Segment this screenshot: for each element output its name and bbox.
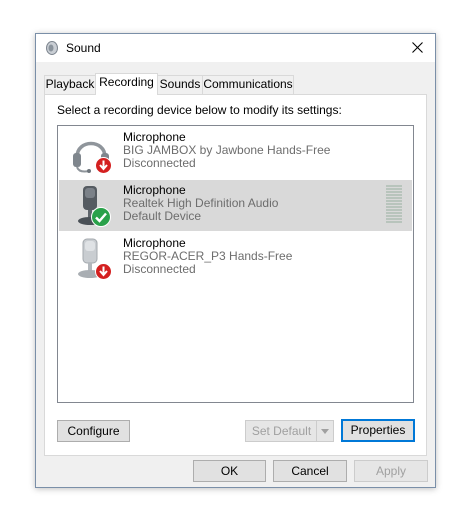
tab-playback[interactable]: Playback — [44, 75, 96, 94]
device-description: BIG JAMBOX by Jawbone Hands-Free — [123, 143, 331, 157]
tab-sounds[interactable]: Sounds — [157, 75, 203, 94]
set-default-label: Set Default — [251, 424, 312, 438]
level-meter — [386, 185, 402, 225]
ok-button[interactable]: OK — [193, 460, 266, 482]
device-description: Realtek High Definition Audio — [123, 196, 279, 210]
title-bar: Sound — [36, 34, 435, 62]
cancel-button[interactable]: Cancel — [273, 460, 347, 482]
window-title: Sound — [66, 41, 101, 55]
configure-button[interactable]: Configure — [57, 420, 130, 442]
disconnected-arrow-icon — [95, 263, 112, 280]
tab-communications[interactable]: Communications — [202, 75, 294, 94]
device-list[interactable]: Microphone BIG JAMBOX by Jawbone Hands-F… — [57, 125, 414, 403]
device-name: Microphone — [123, 130, 186, 144]
set-default-button: Set Default — [245, 420, 334, 442]
apply-button: Apply — [354, 460, 428, 482]
device-status: Default Device — [123, 209, 202, 223]
speaker-icon — [46, 41, 58, 55]
list-item-device[interactable]: Microphone BIG JAMBOX by Jawbone Hands-F… — [59, 127, 412, 178]
disconnected-arrow-icon — [95, 157, 112, 174]
list-item-device[interactable]: Microphone Realtek High Definition Audio… — [59, 180, 412, 231]
device-name: Microphone — [123, 183, 186, 197]
recording-panel: Select a recording device below to modif… — [44, 94, 427, 456]
properties-button[interactable]: Properties — [341, 419, 415, 442]
close-button[interactable] — [401, 34, 435, 62]
device-name: Microphone — [123, 236, 186, 250]
sound-dialog: Sound Playback Recording Sounds Communic… — [35, 33, 436, 488]
default-check-icon — [91, 207, 111, 227]
device-status: Disconnected — [123, 262, 196, 276]
list-item-device[interactable]: Microphone REGOR-ACER_P3 Hands-Free Disc… — [59, 233, 412, 284]
device-status: Disconnected — [123, 156, 196, 170]
close-icon — [412, 42, 423, 53]
chevron-down-icon — [321, 429, 329, 434]
instruction-text: Select a recording device below to modif… — [57, 103, 342, 117]
tab-recording[interactable]: Recording — [95, 73, 158, 95]
set-default-dropdown — [316, 421, 333, 441]
device-description: REGOR-ACER_P3 Hands-Free — [123, 249, 293, 263]
